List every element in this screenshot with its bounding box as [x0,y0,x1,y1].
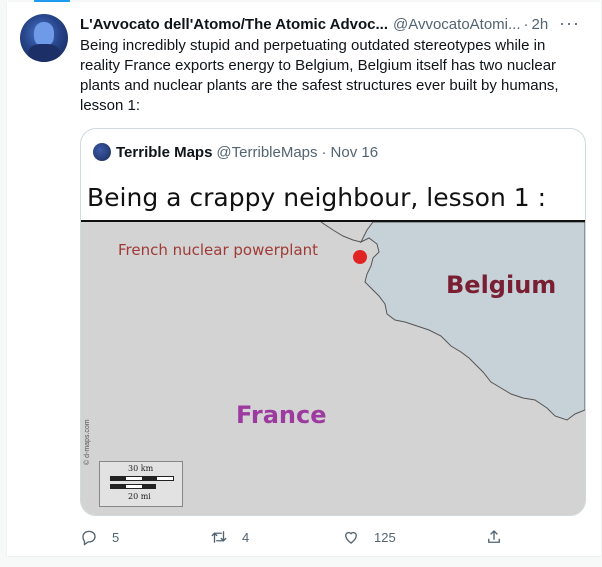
nuclear-plant-label: French nuclear powerplant [118,241,319,259]
more-horizontal-icon[interactable]: ··· [559,13,580,34]
reply-count: 5 [112,529,120,545]
author-avatar[interactable] [20,14,68,62]
scale-km-bar [110,476,174,481]
header-separator: · [523,15,529,33]
quote-author-name[interactable]: Terrible Maps [116,144,212,161]
map-title: Being a crappy neighbour, lesson 1 : [87,183,547,212]
scale-mi-label: 20 mi [128,492,151,501]
author-name[interactable]: L'Avvocato dell'Atomo/The Atomic Advoc..… [80,16,388,33]
quoted-tweet[interactable]: Terrible Maps @TerribleMaps · Nov 16 Bei… [80,128,586,516]
belgium-label: Belgium [446,271,557,299]
reply-icon [82,530,96,546]
reply-button[interactable]: 5 [80,528,119,546]
share-icon [488,530,500,543]
map-watermark: © d-maps.com [84,419,91,465]
quote-author-handle[interactable]: @TerribleMaps [216,144,317,161]
tweet-header: L'Avvocato dell'Atomo/The Atomic Advoc..… [80,14,582,34]
like-count: 125 [374,529,396,545]
map-image[interactable]: Being a crappy neighbour, lesson 1 : Fre… [81,179,585,515]
quote-date[interactable]: Nov 16 [331,144,379,161]
nuclear-plant-marker [353,250,367,264]
retweet-button[interactable]: 4 [210,528,249,546]
like-button[interactable]: 125 [342,528,396,546]
retweet-count: 4 [242,529,250,545]
quote-separator: · [321,143,327,161]
tweet-timestamp[interactable]: 2h [532,16,549,33]
tweet-actions: 5 4 125 [80,528,580,548]
quote-header: Terrible Maps @TerribleMaps · Nov 16 [93,143,378,161]
share-button[interactable] [485,528,517,546]
map-scale: 30 km 20 mi [99,461,183,507]
scale-mi-bar [110,484,156,489]
france-label: France [236,401,327,429]
author-handle[interactable]: @AvvocatoAtomi... [393,16,521,33]
scale-km-label: 30 km [128,464,154,473]
quote-author-avatar[interactable] [93,143,111,161]
retweet-icon [211,531,227,543]
map-title-bar: Being a crappy neighbour, lesson 1 : [81,179,585,222]
tweet-text: Being incredibly stupid and perpetuating… [80,37,559,114]
heart-icon [345,531,357,544]
